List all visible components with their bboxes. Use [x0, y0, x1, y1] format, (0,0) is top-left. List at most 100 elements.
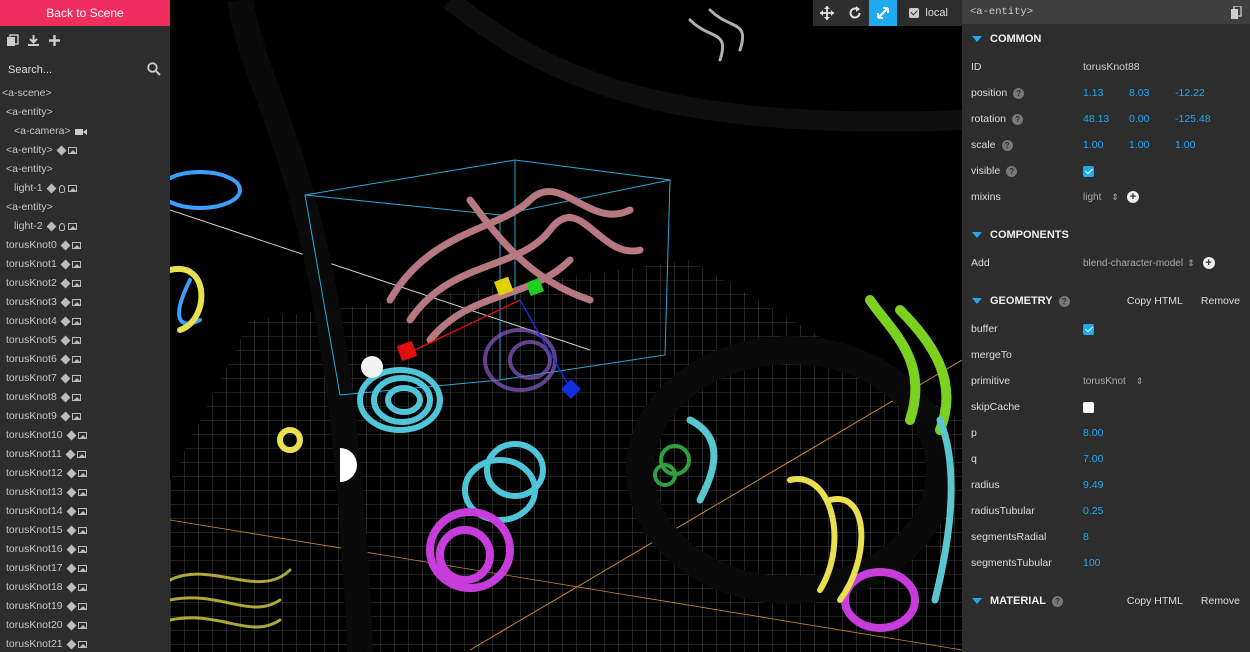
- segmentsradial-input[interactable]: 8: [1083, 531, 1089, 543]
- outliner-item-label: torusKnot20: [6, 619, 63, 631]
- outliner-item[interactable]: torusKnot19: [0, 597, 170, 616]
- outliner-item[interactable]: torusKnot12: [0, 464, 170, 483]
- help-icon[interactable]: ?: [1006, 165, 1018, 177]
- outliner-item[interactable]: torusKnot6: [0, 350, 170, 369]
- id-input[interactable]: [1083, 61, 1218, 73]
- help-icon[interactable]: ?: [1052, 595, 1064, 607]
- help-icon[interactable]: ?: [1012, 113, 1024, 125]
- outliner-item[interactable]: torusKnot10: [0, 426, 170, 445]
- primitive-select[interactable]: torusKnot ⇕: [1083, 376, 1143, 387]
- local-toggle[interactable]: local: [897, 0, 962, 26]
- rotation-z-input[interactable]: -125.48: [1175, 113, 1235, 125]
- outliner-item[interactable]: <a-entity>: [0, 141, 170, 160]
- scene-render[interactable]: [170, 0, 962, 652]
- outliner-item[interactable]: torusKnot15: [0, 521, 170, 540]
- buffer-checkbox[interactable]: [1083, 323, 1094, 335]
- outliner-item-label: torusKnot7: [6, 372, 57, 384]
- local-checkbox[interactable]: [909, 8, 920, 18]
- search-icon[interactable]: [147, 62, 161, 76]
- outliner-item[interactable]: torusKnot2: [0, 274, 170, 293]
- rotate-icon[interactable]: [841, 0, 869, 26]
- outliner-item[interactable]: <a-entity>: [0, 160, 170, 179]
- scale-y-input[interactable]: 1.00: [1129, 139, 1175, 151]
- mixins-select[interactable]: light ⇕: [1083, 192, 1119, 203]
- collapse-caret-icon[interactable]: [972, 598, 982, 604]
- outliner-item[interactable]: light-1: [0, 179, 170, 198]
- collapse-caret-icon[interactable]: [972, 36, 982, 42]
- collapse-caret-icon[interactable]: [972, 298, 982, 304]
- scale-z-input[interactable]: 1.00: [1175, 139, 1235, 151]
- scale-x-input[interactable]: 1.00: [1083, 139, 1129, 151]
- help-icon[interactable]: ?: [1058, 295, 1070, 307]
- component-select[interactable]: blend-character-model ⇕: [1083, 258, 1195, 269]
- translate-icon[interactable]: [813, 0, 841, 26]
- copy-html-button[interactable]: Copy HTML: [1127, 595, 1183, 607]
- outliner-item-label: <a-entity>: [6, 163, 53, 175]
- outliner-item[interactable]: torusKnot11: [0, 445, 170, 464]
- position-z-input[interactable]: -12.22: [1175, 87, 1235, 99]
- section-title: COMMON: [990, 33, 1042, 45]
- outliner-item[interactable]: torusKnot1: [0, 255, 170, 274]
- select-value: light: [1083, 191, 1102, 203]
- radius-input[interactable]: 9.49: [1083, 479, 1103, 491]
- outliner-item[interactable]: <a-entity>: [0, 103, 170, 122]
- outliner-item[interactable]: <a-scene>: [0, 84, 170, 103]
- q-input[interactable]: 7.00: [1083, 453, 1103, 465]
- outliner-item[interactable]: <a-camera>: [0, 122, 170, 141]
- skipcache-checkbox[interactable]: [1083, 401, 1094, 413]
- radiustubular-input[interactable]: 0.25: [1083, 505, 1103, 517]
- scene-viewport[interactable]: local: [170, 0, 962, 652]
- help-icon[interactable]: ?: [1013, 87, 1025, 99]
- geometry-section-header[interactable]: GEOMETRY ? Copy HTML Remove: [962, 286, 1250, 316]
- outliner-item[interactable]: torusKnot13: [0, 483, 170, 502]
- segmentstubular-input[interactable]: 100: [1083, 557, 1101, 569]
- back-to-scene-button[interactable]: Back to Scene: [0, 0, 170, 26]
- outliner-item[interactable]: torusKnot9: [0, 407, 170, 426]
- outliner-item[interactable]: torusKnot14: [0, 502, 170, 521]
- outliner-item[interactable]: torusKnot0: [0, 236, 170, 255]
- image-icon: [67, 223, 77, 230]
- outliner-item-label: <a-camera>: [14, 125, 71, 137]
- search-input[interactable]: [0, 58, 170, 82]
- common-section-header[interactable]: COMMON: [962, 24, 1250, 54]
- copy-icon[interactable]: [6, 34, 19, 47]
- select-arrow-icon: ⇕: [1111, 191, 1119, 202]
- outliner-item[interactable]: torusKnot8: [0, 388, 170, 407]
- remove-button[interactable]: Remove: [1201, 595, 1240, 607]
- scale-icon[interactable]: [869, 0, 898, 26]
- rotation-x-input[interactable]: 48.13: [1083, 113, 1129, 125]
- add-mixin-icon[interactable]: +: [1126, 191, 1139, 203]
- download-icon[interactable]: [27, 34, 40, 47]
- model-icon: [60, 373, 71, 384]
- outliner-item[interactable]: torusKnot21: [0, 635, 170, 652]
- outliner-item[interactable]: torusKnot3: [0, 293, 170, 312]
- help-icon[interactable]: ?: [1001, 139, 1013, 151]
- add-component-icon[interactable]: +: [1202, 257, 1215, 269]
- add-icon[interactable]: [48, 34, 61, 47]
- collapse-caret-icon[interactable]: [972, 232, 982, 238]
- prop-label: segmentsRadial: [971, 531, 1047, 543]
- outliner-item[interactable]: torusKnot17: [0, 559, 170, 578]
- visible-checkbox[interactable]: [1083, 165, 1094, 177]
- outliner-item[interactable]: <a-entity>: [0, 198, 170, 217]
- outliner-item[interactable]: torusKnot7: [0, 369, 170, 388]
- model-icon: [60, 297, 71, 308]
- outliner-item[interactable]: torusKnot18: [0, 578, 170, 597]
- outliner-item-label: torusKnot16: [6, 543, 63, 555]
- position-y-input[interactable]: 8.03: [1129, 87, 1175, 99]
- outliner-item[interactable]: torusKnot4: [0, 312, 170, 331]
- material-section-header[interactable]: MATERIAL ? Copy HTML Remove: [962, 586, 1250, 616]
- position-x-input[interactable]: 1.13: [1083, 87, 1129, 99]
- outliner-item[interactable]: torusKnot20: [0, 616, 170, 635]
- outliner-item[interactable]: light-2: [0, 217, 170, 236]
- rotation-y-input[interactable]: 0.00: [1129, 113, 1175, 125]
- prop-label: p: [971, 427, 977, 439]
- copy-entity-icon[interactable]: [1231, 4, 1242, 19]
- model-icon: [60, 335, 71, 346]
- copy-html-button[interactable]: Copy HTML: [1127, 295, 1183, 307]
- p-input[interactable]: 8.00: [1083, 427, 1103, 439]
- outliner-item[interactable]: torusKnot5: [0, 331, 170, 350]
- remove-button[interactable]: Remove: [1201, 295, 1240, 307]
- components-section-header[interactable]: COMPONENTS: [962, 220, 1250, 250]
- outliner-item[interactable]: torusKnot16: [0, 540, 170, 559]
